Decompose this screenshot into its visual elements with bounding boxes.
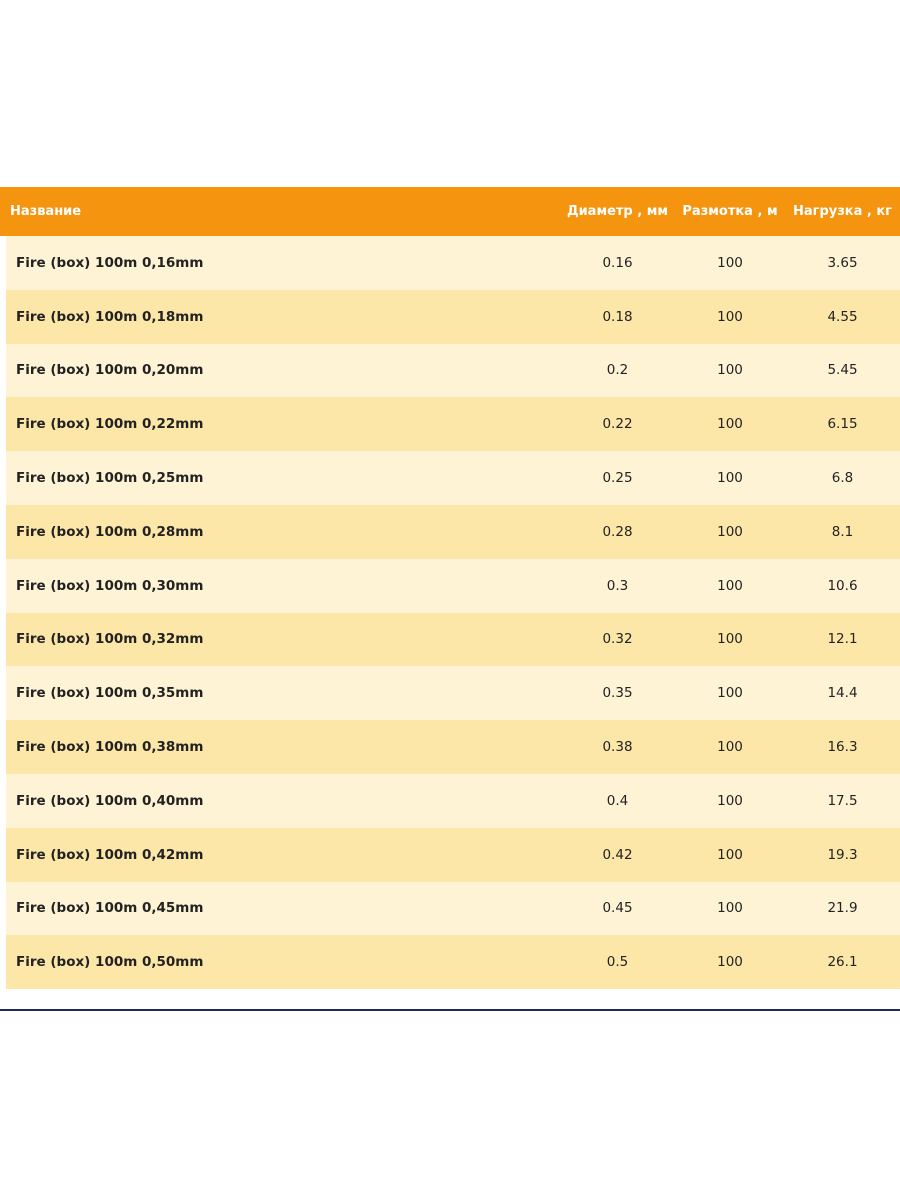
cell-load: 21.9 (827, 900, 858, 917)
cell-spool: 100 (717, 685, 743, 702)
table-row: Fire (box) 100m 0,35mm 0.35 100 14.4 (6, 666, 900, 721)
cell-name: Fire (box) 100m 0,50mm (16, 954, 204, 971)
header-spool: Размотка , м (682, 204, 778, 219)
table-row: Fire (box) 100m 0,42mm 0.42 100 19.3 (6, 827, 900, 882)
header-diameter: Диаметр , мм (567, 204, 668, 219)
cell-spool: 100 (717, 954, 743, 971)
cell-diameter: 0.32 (602, 631, 633, 648)
cell-diameter: 0.28 (602, 523, 633, 540)
table-row: Fire (box) 100m 0,45mm 0.45 100 21.9 (6, 881, 900, 936)
table-row: Fire (box) 100m 0,20mm 0.2 100 5.45 (6, 343, 900, 398)
table-row: Fire (box) 100m 0,16mm 0.16 100 3.65 (6, 236, 900, 290)
cell-spool: 100 (717, 739, 743, 756)
cell-load: 19.3 (827, 846, 858, 863)
table-row: Fire (box) 100m 0,22mm 0.22 100 6.15 (6, 397, 900, 452)
cell-diameter: 0.18 (602, 308, 633, 325)
cell-name: Fire (box) 100m 0,16mm (16, 254, 204, 271)
table-header: Название Диаметр , мм Размотка , м Нагру… (0, 187, 900, 236)
cell-name: Fire (box) 100m 0,35mm (16, 685, 204, 702)
cell-name: Fire (box) 100m 0,45mm (16, 900, 204, 917)
cell-load: 8.1 (831, 523, 854, 540)
cell-load: 3.65 (827, 254, 858, 271)
cell-spool: 100 (717, 577, 743, 594)
cell-name: Fire (box) 100m 0,42mm (16, 846, 204, 863)
cell-spool: 100 (717, 523, 743, 540)
cell-diameter: 0.45 (602, 900, 633, 917)
cell-load: 5.45 (827, 362, 858, 379)
cell-diameter: 0.3 (606, 577, 629, 594)
cell-name: Fire (box) 100m 0,22mm (16, 416, 204, 433)
table-row: Fire (box) 100m 0,38mm 0.38 100 16.3 (6, 720, 900, 774)
cell-name: Fire (box) 100m 0,40mm (16, 792, 204, 809)
bottom-divider (0, 1009, 900, 1011)
specs-table: Название Диаметр , мм Размотка , м Нагру… (0, 187, 900, 990)
table-row: Fire (box) 100m 0,25mm 0.25 100 6.8 (6, 451, 900, 505)
cell-spool: 100 (717, 792, 743, 809)
cell-load: 17.5 (827, 792, 858, 809)
cell-name: Fire (box) 100m 0,18mm (16, 308, 204, 325)
header-name: Название (10, 204, 82, 219)
cell-load: 12.1 (827, 631, 858, 648)
cell-load: 26.1 (827, 954, 858, 971)
cell-diameter: 0.5 (606, 954, 629, 971)
cell-diameter: 0.35 (602, 685, 633, 702)
table-row: Fire (box) 100m 0,30mm 0.3 100 10.6 (6, 558, 900, 613)
table-row: Fire (box) 100m 0,40mm 0.4 100 17.5 (6, 773, 900, 828)
table-row: Fire (box) 100m 0,32mm 0.32 100 12.1 (6, 612, 900, 667)
cell-name: Fire (box) 100m 0,25mm (16, 470, 204, 487)
cell-spool: 100 (717, 416, 743, 433)
cell-diameter: 0.22 (602, 416, 633, 433)
cell-spool: 100 (717, 254, 743, 271)
cell-name: Fire (box) 100m 0,20mm (16, 362, 204, 379)
table-row: Fire (box) 100m 0,18mm 0.18 100 4.55 (6, 289, 900, 344)
cell-diameter: 0.42 (602, 846, 633, 863)
cell-diameter: 0.2 (606, 362, 629, 379)
cell-spool: 100 (717, 308, 743, 325)
cell-diameter: 0.38 (602, 739, 633, 756)
cell-load: 6.8 (831, 470, 854, 487)
cell-load: 6.15 (827, 416, 858, 433)
cell-load: 10.6 (827, 577, 858, 594)
table-row: Fire (box) 100m 0,28mm 0.28 100 8.1 (6, 504, 900, 559)
table-body: Fire (box) 100m 0,16mm 0.16 100 3.65 Fir… (6, 236, 900, 990)
cell-diameter: 0.25 (602, 470, 633, 487)
cell-load: 14.4 (827, 685, 858, 702)
cell-name: Fire (box) 100m 0,30mm (16, 577, 204, 594)
cell-name: Fire (box) 100m 0,28mm (16, 523, 204, 540)
cell-load: 16.3 (827, 739, 858, 756)
header-load: Нагрузка , кг (793, 204, 892, 219)
cell-name: Fire (box) 100m 0,38mm (16, 739, 204, 756)
page: Название Диаметр , мм Размотка , м Нагру… (0, 0, 900, 1200)
cell-load: 4.55 (827, 308, 858, 325)
cell-diameter: 0.4 (606, 792, 629, 809)
table-row: Fire (box) 100m 0,50mm 0.5 100 26.1 (6, 935, 900, 990)
cell-spool: 100 (717, 362, 743, 379)
cell-spool: 100 (717, 470, 743, 487)
cell-diameter: 0.16 (602, 254, 633, 271)
cell-name: Fire (box) 100m 0,32mm (16, 631, 204, 648)
cell-spool: 100 (717, 900, 743, 917)
cell-spool: 100 (717, 631, 743, 648)
cell-spool: 100 (717, 846, 743, 863)
